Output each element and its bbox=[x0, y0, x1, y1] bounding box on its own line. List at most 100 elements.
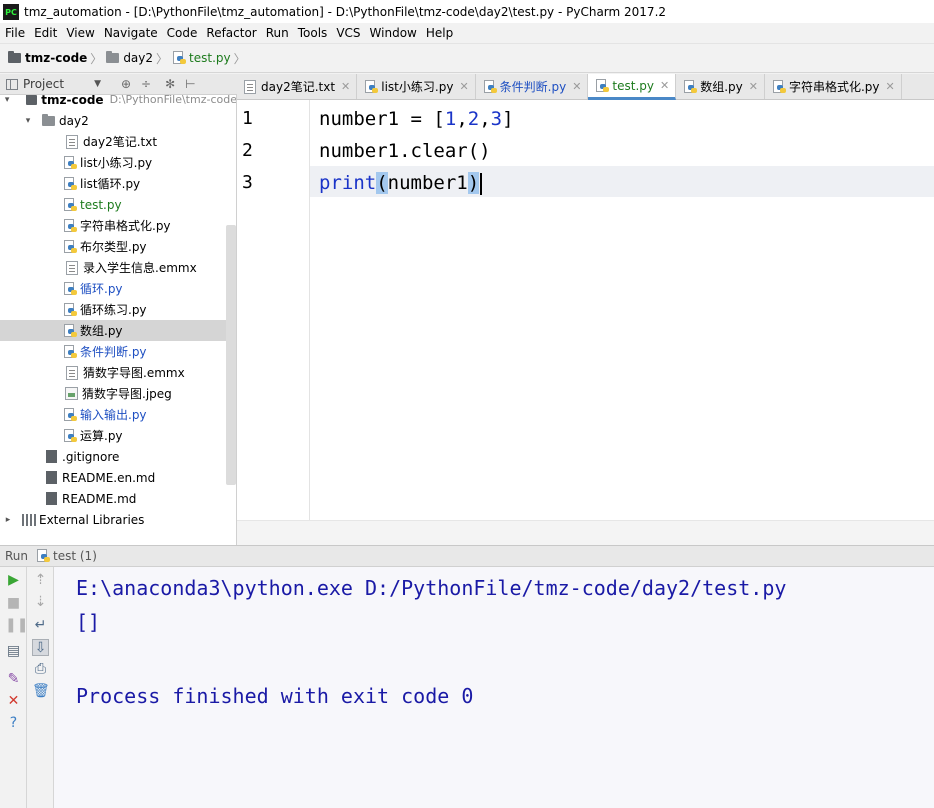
tree-file[interactable]: 布尔类型.py bbox=[0, 236, 236, 257]
python-file-icon bbox=[63, 197, 77, 212]
code-token-variable: number1 bbox=[387, 172, 468, 194]
tab-label: 条件判断.py bbox=[499, 80, 567, 94]
tree-file[interactable]: 输入输出.py bbox=[0, 404, 236, 425]
menu-file[interactable]: File bbox=[0, 26, 29, 40]
tab-string-format[interactable]: 字符串格式化.py ✕ bbox=[765, 74, 902, 99]
tab-list-practice[interactable]: list小练习.py ✕ bbox=[357, 74, 476, 99]
title-bar: PC tmz_automation - [D:\PythonFile\tmz_a… bbox=[0, 0, 934, 23]
menu-tools[interactable]: Tools bbox=[293, 26, 332, 40]
menu-help[interactable]: Help bbox=[421, 26, 457, 40]
breadcrumb-project-label: tmz-code bbox=[25, 51, 88, 65]
image-file-icon bbox=[65, 387, 78, 400]
python-file-icon bbox=[172, 51, 187, 65]
collapse-all-icon[interactable]: ÷ bbox=[141, 77, 151, 91]
close-icon[interactable]: ✕ bbox=[749, 80, 758, 93]
tree-file-label: README.md bbox=[62, 491, 137, 506]
tree-file[interactable]: list循环.py bbox=[0, 173, 236, 194]
python-file-icon bbox=[63, 281, 77, 296]
pin-tab-icon[interactable]: ✎ bbox=[5, 671, 22, 688]
chevron-right-icon: ▸ bbox=[5, 514, 11, 525]
tree-scrollbar[interactable] bbox=[226, 225, 236, 485]
run-toolbar-secondary: ⇡ ⇣ ↵ ⇩ ⎙ 🗑 bbox=[27, 567, 54, 808]
tree-file[interactable]: list小练习.py bbox=[0, 152, 236, 173]
project-view-selector[interactable]: Project ▼ bbox=[6, 77, 101, 91]
tree-file[interactable]: 循环.py bbox=[0, 278, 236, 299]
stop-icon[interactable]: ■ bbox=[5, 595, 22, 612]
menu-view[interactable]: View bbox=[61, 26, 98, 40]
tree-file[interactable]: README.md bbox=[0, 488, 236, 509]
restore-layout-icon[interactable]: ▤ bbox=[5, 643, 22, 660]
tree-file[interactable]: 录入学生信息.emmx bbox=[0, 257, 236, 278]
menu-vcs[interactable]: VCS bbox=[331, 26, 364, 40]
tree-root[interactable]: ▾ tmz-code D:\PythonFile\tmz-code bbox=[0, 95, 236, 110]
editor-horizontal-scrollbar[interactable] bbox=[237, 520, 934, 545]
tree-file[interactable]: test.py bbox=[0, 194, 236, 215]
tree-file[interactable]: 条件判断.py bbox=[0, 341, 236, 362]
tree-file[interactable]: 字符串格式化.py bbox=[0, 215, 236, 236]
run-console[interactable]: E:\anaconda3\python.exe D:/PythonFile/tm… bbox=[54, 567, 934, 808]
scroll-from-source-icon[interactable]: ⊕ bbox=[121, 77, 131, 91]
close-icon[interactable]: ✕ bbox=[459, 80, 468, 93]
arrow-up-icon[interactable]: ⇡ bbox=[32, 572, 49, 589]
print-icon[interactable]: ⎙ bbox=[32, 661, 49, 678]
close-icon[interactable]: ✕ bbox=[660, 79, 669, 92]
trash-icon[interactable]: 🗑 bbox=[32, 683, 50, 700]
tree-file[interactable]: README.en.md bbox=[0, 467, 236, 488]
menu-run[interactable]: Run bbox=[261, 26, 293, 40]
tree-external-libraries[interactable]: ▸ External Libraries bbox=[0, 509, 236, 530]
tab-conditions[interactable]: 条件判断.py ✕ bbox=[476, 74, 589, 99]
close-icon[interactable]: ✕ bbox=[572, 80, 581, 93]
soft-wrap-icon[interactable]: ↵ bbox=[32, 617, 49, 634]
line-number-gutter: 1 2 3 bbox=[237, 100, 310, 520]
tree-file[interactable]: 猜数字导图.jpeg bbox=[0, 383, 236, 404]
tab-day2-notes[interactable]: day2笔记.txt ✕ bbox=[237, 74, 358, 99]
code-token-number: 1 bbox=[444, 108, 457, 130]
code-token-paren-matched: ( bbox=[376, 172, 388, 194]
tree-file[interactable]: day2笔记.txt bbox=[0, 131, 236, 152]
menu-edit[interactable]: Edit bbox=[29, 26, 61, 40]
tree-folder-day2[interactable]: ▾ day2 bbox=[0, 110, 236, 131]
menu-window[interactable]: Window bbox=[365, 26, 421, 40]
close-icon[interactable]: ✕ bbox=[341, 80, 350, 93]
python-file-icon bbox=[772, 79, 786, 94]
breadcrumb-separator: 〉 bbox=[233, 51, 246, 66]
text-file-icon bbox=[66, 365, 78, 380]
close-icon[interactable]: ✕ bbox=[5, 693, 22, 710]
code-line-1[interactable]: number1 = [1,2,3] bbox=[319, 103, 919, 135]
scroll-to-end-icon[interactable]: ⇩ bbox=[32, 639, 49, 656]
console-line: Process finished with exit code 0 bbox=[76, 684, 474, 708]
tree-file-label: 循环练习.py bbox=[80, 303, 147, 317]
pause-icon[interactable]: ❚❚ bbox=[5, 617, 28, 634]
rerun-icon[interactable]: ▶ bbox=[5, 572, 22, 589]
code-line-3[interactable]: print(number1) bbox=[319, 167, 919, 199]
tab-array[interactable]: 数组.py ✕ bbox=[676, 74, 765, 99]
folder-icon bbox=[8, 51, 21, 63]
run-config-tab[interactable]: test (1) bbox=[36, 549, 97, 563]
project-icon bbox=[6, 78, 18, 90]
code-line-2[interactable]: number1.clear() bbox=[319, 135, 919, 167]
menu-navigate[interactable]: Navigate bbox=[99, 26, 162, 40]
tree-file[interactable]: 循环练习.py bbox=[0, 299, 236, 320]
tree-file[interactable]: 猜数字导图.emmx bbox=[0, 362, 236, 383]
tree-file-label: 录入学生信息.emmx bbox=[83, 261, 197, 275]
breadcrumb-project[interactable]: tmz-code bbox=[8, 51, 87, 65]
help-icon[interactable]: ? bbox=[5, 715, 22, 732]
close-icon[interactable]: ✕ bbox=[886, 80, 895, 93]
gear-icon[interactable]: ✻ bbox=[165, 77, 175, 91]
hide-panel-icon[interactable]: ⊢ bbox=[185, 77, 195, 91]
code-editor[interactable]: 1 2 3 number1 = [1,2,3] number1.clear() … bbox=[237, 100, 934, 545]
breadcrumb-file[interactable]: test.py bbox=[172, 51, 231, 65]
menu-refactor[interactable]: Refactor bbox=[201, 26, 260, 40]
breadcrumb-folder[interactable]: day2 bbox=[106, 51, 153, 65]
tree-file-selected[interactable]: 数组.py bbox=[0, 320, 236, 341]
tab-test[interactable]: test.py ✕ bbox=[588, 74, 677, 100]
tree-external-label: External Libraries bbox=[39, 512, 145, 527]
line-number: 3 bbox=[242, 172, 253, 193]
tree-file-label: 猜数字导图.emmx bbox=[83, 366, 185, 380]
code-token-comma: , bbox=[456, 108, 468, 130]
tree-file-label: test.py bbox=[80, 197, 122, 212]
menu-code[interactable]: Code bbox=[162, 26, 202, 40]
tree-file[interactable]: 运算.py bbox=[0, 425, 236, 446]
tree-file[interactable]: .gitignore bbox=[0, 446, 236, 467]
arrow-down-icon[interactable]: ⇣ bbox=[32, 594, 49, 611]
